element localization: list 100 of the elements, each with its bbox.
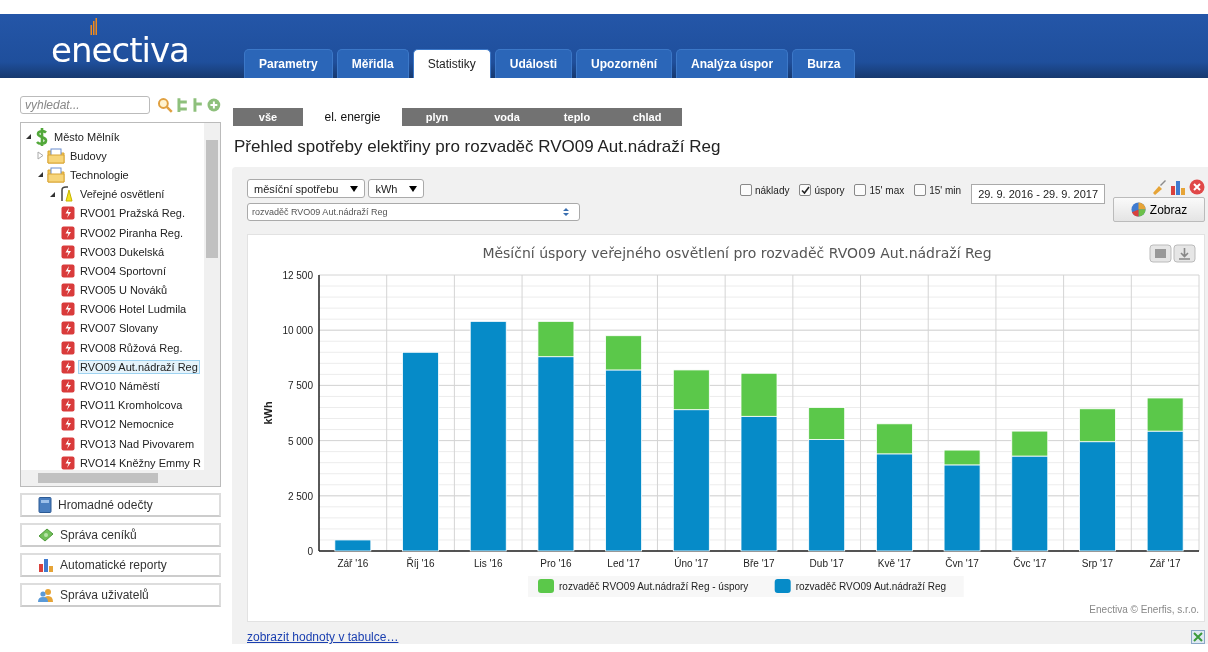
search-field[interactable]: vyhledat...: [20, 96, 150, 114]
checkbox[interactable]: [914, 184, 927, 196]
add-icon[interactable]: [207, 98, 221, 112]
book-icon: [38, 497, 52, 513]
table-link[interactable]: zobrazit hodnoty v tabulce…: [247, 630, 399, 644]
tree-item[interactable]: RVO13 Nad Pivovarem: [78, 436, 197, 451]
meter-icon: [61, 206, 75, 221]
sidebar-button[interactable]: Správa ceníků: [20, 523, 221, 547]
axis-tick-label: Lis '16: [473, 558, 503, 569]
collapsed-arrow-icon[interactable]: [37, 151, 44, 161]
tree-icon[interactable]: [175, 97, 190, 113]
meter-icon: [61, 359, 75, 374]
axis-tick-label: Zář '17: [1149, 558, 1181, 569]
energy-tab[interactable]: teplo: [542, 108, 612, 126]
axis-title: kWh: [262, 401, 274, 425]
tree-item[interactable]: RVO12 Nemocnice: [78, 417, 176, 432]
lamp-icon: [59, 186, 75, 203]
tree-item[interactable]: Město Mělník: [52, 129, 122, 144]
expanded-arrow-icon[interactable]: [25, 133, 32, 141]
axis-tick-label: Zář '16: [337, 558, 369, 569]
tree-item[interactable]: RVO08 Růžová Reg.: [78, 340, 185, 355]
expanded-arrow-icon[interactable]: [49, 190, 56, 198]
expanded-arrow-icon[interactable]: [37, 171, 44, 179]
axis-tick-label: Úno '17: [674, 558, 709, 569]
show-button[interactable]: Zobraz: [1113, 197, 1205, 222]
checkbox[interactable]: [740, 184, 752, 196]
tree-item[interactable]: Veřejné osvětlení: [78, 187, 167, 202]
checkbox-label: úspory: [814, 184, 845, 196]
tree-item[interactable]: RVO02 Piranha Reg.: [78, 225, 186, 240]
tree-item[interactable]: RVO04 Sportovní: [78, 263, 168, 278]
tree-item[interactable]: Technologie: [68, 167, 131, 182]
meter-icon: [61, 455, 75, 470]
sidebar-button[interactable]: Automatické reporty: [20, 553, 221, 577]
bar-chart-icon: [38, 558, 54, 572]
download-button[interactable]: [1173, 244, 1196, 263]
meter-icon: [61, 244, 75, 259]
scrollbar[interactable]: [204, 123, 220, 470]
nav-tab[interactable]: Statistiky: [412, 49, 491, 78]
dollar-icon: [35, 127, 49, 146]
close-icon[interactable]: [1189, 179, 1205, 195]
nav-tab[interactable]: Analýza úspor: [676, 49, 789, 78]
brush-icon[interactable]: [1151, 179, 1167, 195]
sidebar-button[interactable]: Hromadné odečty: [20, 493, 221, 517]
tree-icon[interactable]: [192, 97, 205, 113]
legend-label: rozvaděč RVO09 Aut.nádraží Reg: [795, 581, 947, 592]
updown-icon: [563, 208, 569, 216]
tree-item[interactable]: RVO06 Hotel Ludmila: [78, 302, 189, 317]
axis-tick-label: Dub '17: [809, 558, 844, 569]
meter-icon: [61, 436, 75, 451]
nav-tab[interactable]: Upozornění: [576, 49, 673, 78]
tree-item[interactable]: Budovy: [68, 148, 109, 163]
chart-credit: Enectiva © Enerfis, s.r.o.: [1089, 604, 1199, 615]
caret-icon: [409, 185, 418, 192]
tree-item[interactable]: RVO03 Dukelská: [78, 244, 167, 259]
legend-label: rozvaděč RVO09 Aut.nádraží Reg - úspory: [559, 581, 749, 592]
search-icon[interactable]: [157, 97, 173, 113]
checkbox[interactable]: [854, 184, 867, 196]
chart-title: Měsíční úspory veřejného osvětlení pro rozvaděč RVO09 Aut.nádraží Reg: [482, 245, 992, 261]
checkbox-label: 15' max: [869, 184, 905, 196]
nav-tab[interactable]: Měřidla: [336, 49, 409, 78]
scrollbar[interactable]: [21, 470, 220, 486]
tree-item[interactable]: RVO01 Pražská Reg.: [78, 206, 187, 221]
users-icon: [38, 588, 54, 602]
axis-tick-label: 2 500: [287, 490, 313, 502]
print-button[interactable]: [1149, 244, 1172, 263]
tree-item[interactable]: RVO05 U Nováků: [78, 283, 170, 298]
axis-tick-label: Čvc '17: [1013, 558, 1047, 569]
period-select[interactable]: měsíční spotřebu: [247, 179, 366, 198]
nav-tab[interactable]: Burza: [792, 49, 856, 78]
sidebar-button[interactable]: Správa uživatelů: [20, 583, 221, 607]
checkbox-label: 15' min: [929, 184, 962, 196]
meter-icon: [61, 340, 75, 355]
spreadsheet-icon[interactable]: [1191, 630, 1205, 644]
nav-tab[interactable]: Události: [494, 49, 573, 78]
page-heading: Přehled spotřeby elektřiny pro rozvaděč RVO09 Aut.nádraží Reg: [234, 137, 722, 157]
meter-icon: [61, 302, 75, 317]
tree-item[interactable]: RVO11 Kromholcova: [78, 398, 185, 413]
tree-item[interactable]: RVO10 Náměstí: [78, 379, 162, 394]
bar-chart-icon[interactable]: [1170, 179, 1186, 195]
tree-item[interactable]: RVO09 Aut.nádraží Reg: [78, 359, 200, 374]
checkbox[interactable]: [799, 184, 812, 196]
folder-icon: [47, 147, 65, 164]
meter-icon: [61, 225, 75, 240]
meter-select[interactable]: rozvaděč RVO09 Aut.nádraží Reg: [247, 203, 580, 221]
energy-tab[interactable]: plyn: [402, 108, 472, 126]
axis-tick-label: Pro '16: [540, 558, 572, 569]
energy-tab[interactable]: vše: [233, 108, 303, 126]
energy-tab[interactable]: chlad: [612, 108, 682, 126]
axis-tick-label: Říj '16: [406, 558, 435, 569]
nav-tab[interactable]: Parametry: [244, 49, 333, 78]
unit-select[interactable]: kWh: [368, 179, 425, 198]
axis-tick-label: Led '17: [607, 558, 640, 569]
banknote-icon: [38, 528, 54, 542]
logo[interactable]: enectiva: [0, 14, 240, 78]
tree-item[interactable]: RVO14 Kněžny Emmy R: [78, 455, 203, 470]
date-range-field[interactable]: 29. 9. 2016 - 29. 9. 2017: [971, 184, 1105, 204]
folder-icon: [47, 166, 65, 183]
tree-item[interactable]: RVO07 Slovany: [78, 321, 161, 336]
meter-icon: [61, 417, 75, 432]
energy-tab[interactable]: voda: [472, 108, 542, 126]
